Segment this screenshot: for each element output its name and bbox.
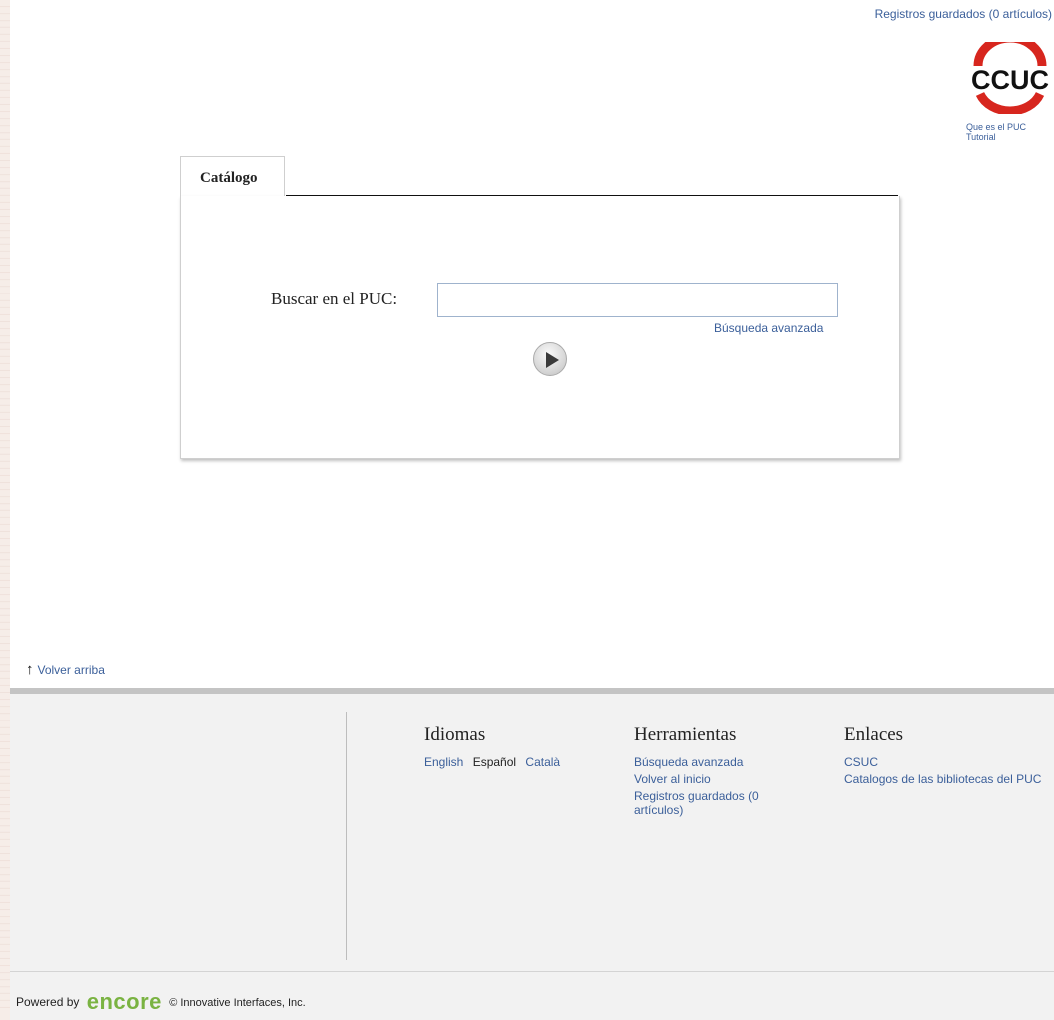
search-go-button[interactable] (533, 342, 567, 376)
tutorial-link[interactable]: Tutorial (966, 132, 1026, 142)
search-input[interactable] (437, 283, 838, 317)
logo-text: CCUC (971, 65, 1049, 95)
search-panel: Buscar en el PUC: Búsqueda avanzada (180, 196, 900, 459)
tools-title: Herramientas (634, 724, 737, 745)
tab-catalogo[interactable]: Catálogo (180, 156, 285, 196)
what-is-puc-link[interactable]: Que es el PUC (966, 122, 1026, 132)
footer-divider (346, 712, 347, 960)
arrow-up-icon: ↑ (26, 661, 34, 678)
powered-by-label: Powered by (16, 995, 80, 1009)
footer-links: Enlaces CSUC Catalogos de las biblioteca… (844, 724, 1044, 789)
advanced-search-link[interactable]: Búsqueda avanzada (714, 321, 823, 335)
encore-logo[interactable]: encore (87, 989, 162, 1014)
footer-languages: Idiomas English Español Català (424, 724, 604, 769)
footer-tools: Herramientas Búsqueda avanzada Volver al… (634, 724, 794, 820)
footer-saved-records-link[interactable]: Registros guardados (0 artículos) (634, 789, 794, 817)
ccuc-logo[interactable]: CCUC (966, 42, 1054, 114)
csuc-link[interactable]: CSUC (844, 755, 1044, 769)
footer-bottom-divider (10, 971, 1054, 972)
copyright-text: © Innovative Interfaces, Inc. (169, 997, 306, 1009)
lang-english-link[interactable]: English (424, 755, 463, 769)
page: Registros guardados (0 artículos) CCUC Q… (10, 0, 1054, 1020)
puc-catalogs-link[interactable]: Catalogos de las bibliotecas del PUC (844, 772, 1044, 786)
powered-by: Powered by encore © Innovative Interface… (16, 989, 306, 1015)
links-title: Enlaces (844, 724, 904, 745)
play-icon (546, 352, 559, 368)
lang-catalan-link[interactable]: Català (525, 755, 560, 769)
ccuc-logo-block: CCUC Que es el PUC Tutorial (966, 42, 1054, 152)
saved-records-link[interactable]: Registros guardados (0 artículos) (875, 7, 1052, 21)
back-to-top-link[interactable]: ↑ Volver arriba (26, 661, 105, 678)
footer: Idiomas English Español Català Herramien… (10, 688, 1054, 1020)
languages-title: Idiomas (424, 724, 486, 745)
search-label: Buscar en el PUC: (271, 289, 398, 308)
lang-spanish-current: Español (472, 755, 517, 769)
back-to-top-label: Volver arriba (37, 663, 105, 677)
footer-home-link[interactable]: Volver al inicio (634, 772, 794, 786)
footer-advanced-search-link[interactable]: Búsqueda avanzada (634, 755, 794, 769)
